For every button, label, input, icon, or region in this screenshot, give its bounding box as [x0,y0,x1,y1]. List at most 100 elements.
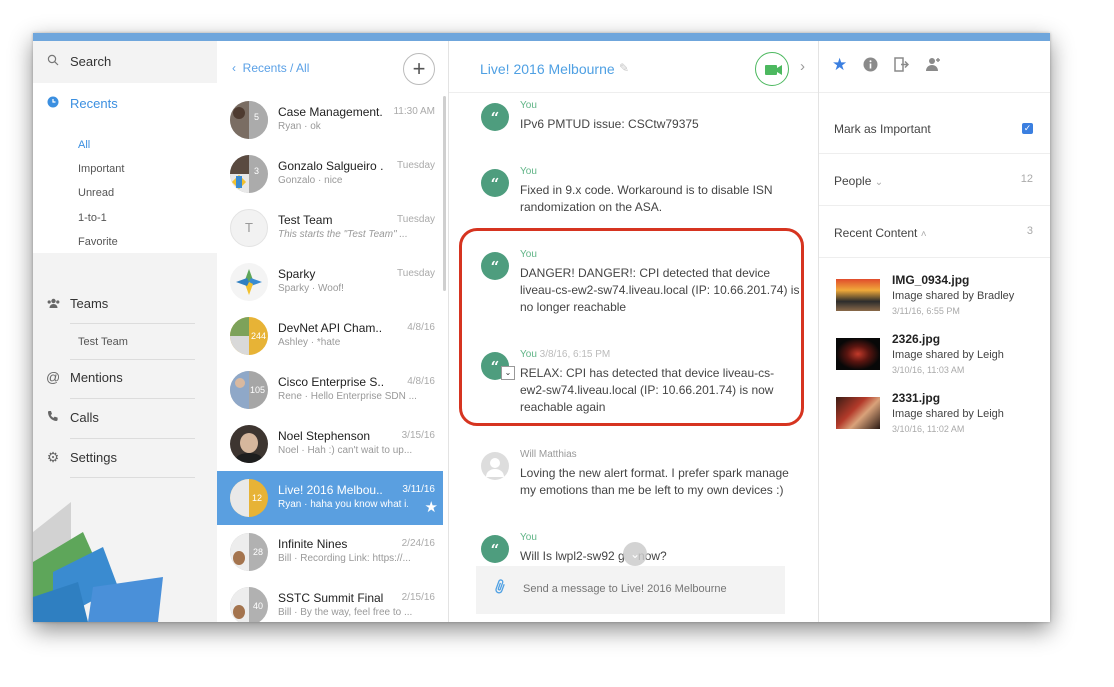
quote-icon: “ [481,103,509,131]
conversation-preview: Sparky · Woof! [278,283,344,294]
nav-recents[interactable]: Recents [33,83,217,123]
shared-file[interactable]: 2331.jpg Image shared by Leigh 3/10/16, … [834,391,1044,441]
nav-divider [70,477,195,478]
add-person-icon[interactable] [925,57,941,77]
conversation-time: 4/8/16 [407,376,435,387]
list-scrollbar[interactable] [443,96,446,291]
people-label: People ⌄ [834,174,883,188]
mark-important-row[interactable]: Mark as Important ✓ [819,102,1050,154]
spark-logo [33,502,163,622]
team-test-team[interactable]: Test Team [78,336,128,348]
mark-important-label: Mark as Important [834,122,931,136]
member-count-badge: 28 [253,547,264,557]
conversation-name: Infinite Nines [278,537,348,551]
nav-mentions[interactable]: @ Mentions [33,357,217,397]
details-toolbar: ★ [819,41,1050,93]
nav-calls-label: Calls [70,409,99,425]
conversation-name: Case Management... [278,105,383,119]
conversation-name: DevNet API Cham... [278,321,383,335]
nav-teams-label: Teams [70,295,109,311]
nav-settings[interactable]: ⚙ Settings [33,437,217,477]
member-count-badge: 5 [254,112,260,122]
conversation-row[interactable]: Sparky Tuesday Sparky · Woof! [217,255,443,309]
message-sender: You [520,166,537,177]
conversation-preview: Ryan · ok [278,121,321,132]
file-date: 3/10/16, 11:02 AM [892,424,965,434]
conversation-row[interactable]: 3 Gonzalo Salgueiro ... Tuesday Gonzalo … [217,147,443,201]
teams-icon [46,296,60,311]
people-row[interactable]: People ⌄ 12 [819,154,1050,206]
conversation-row[interactable]: Noel Stephenson 3/15/16 Noel · Hah :) ca… [217,417,443,471]
conversation-time: 3/15/16 [401,430,435,441]
left-nav: Search Recents All Important Unread 1-to… [33,41,217,622]
member-count-badge: 3 [254,166,260,176]
nav-search[interactable]: Search [33,41,217,81]
conversation-row[interactable]: 28 Infinite Nines 2/24/16 Bill · Recordi… [217,525,443,579]
people-label-text: People [834,174,872,188]
recent-content-label: Recent Content ˄ [834,226,927,240]
info-icon[interactable] [863,57,878,77]
quote-icon: “ [481,535,509,563]
conversation-time: 2/15/16 [401,592,435,603]
file-description: Image shared by Bradley [892,290,1015,302]
message-sender: You [520,100,537,111]
conversation-row[interactable]: 105 Cisco Enterprise S... 4/8/16 Rene · … [217,363,443,417]
chevron-right-icon[interactable]: › [800,58,805,75]
conversation-row[interactable]: 244 DevNet API Cham... 4/8/16 Ashley · *… [217,309,443,363]
conversation-list: ‹ Recents / All + 5 Case Management... 1… [217,41,449,622]
avatar [230,425,268,463]
conversation-time: 3/11/16 [402,484,435,495]
message-input[interactable] [523,583,778,595]
file-description: Image shared by Leigh [892,408,1004,420]
recents-filters: All Important Unread 1-to-1 Favorite [33,123,217,253]
message-composer [476,566,785,614]
file-date: 3/10/16, 11:03 AM [892,365,965,375]
sparky-bot-icon [236,269,262,295]
conversation-row[interactable]: 40 SSTC Summit Final... 2/15/16 Bill · B… [217,579,443,622]
conversation-name: SSTC Summit Final... [278,591,383,605]
shared-file[interactable]: 2326.jpg Image shared by Leigh 3/10/16, … [834,332,1044,382]
conversation-name: Live! 2016 Melbou... [278,483,383,497]
breadcrumb[interactable]: ‹ Recents / All [232,61,309,75]
conversation-row[interactable]: T Test Team Tuesday This starts the "Tes… [217,201,443,255]
filter-1-to-1[interactable]: 1-to-1 [78,212,107,224]
avatar-initial: T [245,220,253,235]
nav-settings-label: Settings [70,449,117,465]
video-call-button[interactable] [755,52,789,86]
recent-content-row[interactable]: Recent Content ˄ 3 [819,206,1050,258]
edit-pencil-icon[interactable]: ✎ [619,61,629,75]
file-thumbnail [836,397,880,429]
paperclip-icon[interactable] [493,578,507,601]
favorite-star-icon[interactable]: ★ [425,498,438,516]
filter-favorite[interactable]: Favorite [78,236,118,248]
conversation-row-selected[interactable]: 12 Live! 2016 Melbou... 3/11/16 Ryan · h… [217,471,443,525]
conversation-preview: Noel · Hah :) can't wait to up... [278,445,413,456]
file-description: Image shared by Leigh [892,349,1004,361]
list-header: ‹ Recents / All + [217,41,448,93]
shared-file[interactable]: IMG_0934.jpg Image shared by Bradley 3/1… [834,273,1044,323]
nav-teams[interactable]: Teams [33,283,217,323]
nav-calls[interactable]: Calls [33,397,217,437]
member-count-badge: 40 [253,601,264,611]
room-title[interactable]: Live! 2016 Melbourne [480,61,615,77]
at-sign-icon: @ [46,369,61,385]
nav-recents-label: Recents [70,95,118,111]
filter-important[interactable]: Important [78,163,124,175]
user-silhouette-icon [486,458,504,477]
filter-unread[interactable]: Unread [78,187,114,199]
people-count: 12 [1020,173,1033,185]
file-name: 2331.jpg [892,391,941,405]
star-icon[interactable]: ★ [832,55,847,75]
add-conversation-button[interactable]: + [403,53,435,85]
phone-icon [46,410,60,425]
nav-divider [70,323,195,324]
chat-header: Live! 2016 Melbourne ✎ › [449,41,818,93]
avatar [230,263,268,301]
mark-important-checkbox[interactable]: ✓ [1022,123,1033,134]
leave-room-icon[interactable] [894,57,910,77]
gear-icon: ⚙ [46,448,60,465]
conversation-row[interactable]: 5 Case Management... 11:30 AM Ryan · ok [217,93,443,147]
filter-all[interactable]: All [78,139,90,151]
conversation-name: Sparky [278,267,316,281]
scroll-down-button[interactable]: ⌄ [623,542,647,566]
